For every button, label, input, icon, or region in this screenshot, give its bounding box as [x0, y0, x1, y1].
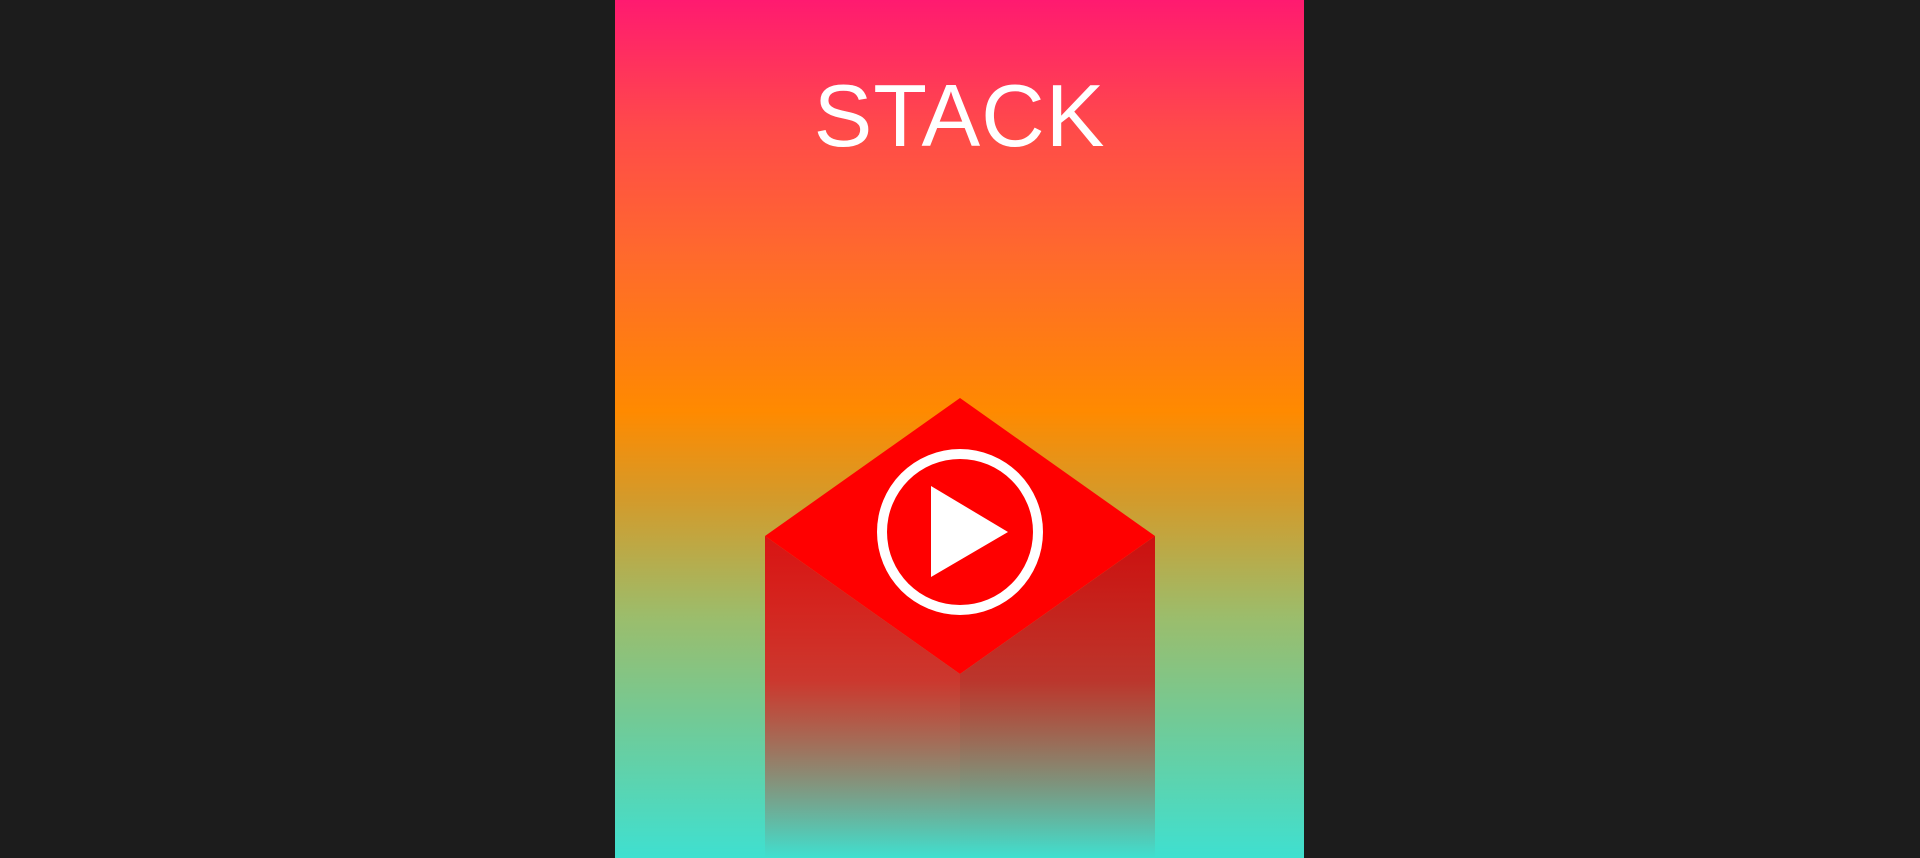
game-canvas[interactable]: STACK: [615, 0, 1304, 858]
stack-block[interactable]: [765, 398, 1155, 858]
game-title: STACK: [813, 66, 1106, 165]
play-circle-icon: [877, 449, 1043, 615]
stack-block-graphic: [765, 398, 1155, 858]
